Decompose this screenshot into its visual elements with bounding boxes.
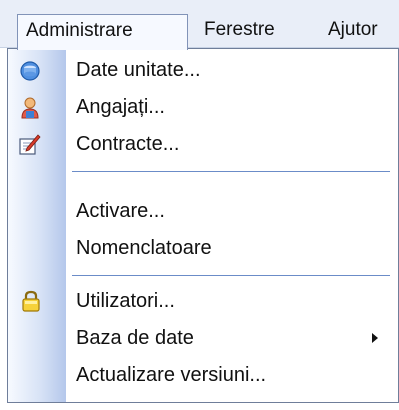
menu-item-utilizatori[interactable]: Utilizatori... — [8, 284, 398, 318]
menu-item-date-unitate[interactable]: Date unitate... — [8, 53, 398, 87]
menu-item-baza-de-date[interactable]: Baza de date — [8, 321, 398, 355]
menu-item-label: Baza de date — [76, 327, 194, 349]
menu-administrare[interactable]: Administrare — [17, 14, 188, 50]
menu-separator — [72, 275, 390, 276]
menu-item-angajati[interactable]: Angajați... — [8, 90, 398, 124]
database-icon — [18, 59, 42, 83]
menu-item-actualizare-versiuni[interactable]: Actualizare versiuni... — [8, 358, 398, 392]
menu-ferestre[interactable]: Ferestre — [196, 14, 314, 46]
menu-item-label: Angajați... — [76, 96, 165, 118]
menu-item-label: Activare... — [76, 200, 165, 222]
menu-item-label: Utilizatori... — [76, 290, 175, 312]
menu-item-label: Actualizare versiuni... — [76, 364, 267, 386]
submenu-arrow-icon — [372, 333, 378, 343]
menu-item-label: Contracte... — [76, 133, 180, 155]
administrare-dropdown-menu: Date unitate... Angajați... Contracte...… — [7, 48, 399, 403]
menu-item-activare[interactable]: Activare... — [8, 194, 398, 228]
menu-ajutor[interactable]: Ajutor — [320, 14, 399, 46]
menubar: Administrare Ferestre Ajutor — [0, 0, 399, 50]
menu-separator — [72, 171, 390, 172]
lock-icon — [19, 289, 43, 313]
document-edit-icon — [18, 133, 42, 157]
menu-item-contracte[interactable]: Contracte... — [8, 127, 398, 161]
menu-item-label: Nomenclatoare — [76, 237, 212, 259]
user-icon — [18, 96, 42, 120]
menu-item-nomenclatoare[interactable]: Nomenclatoare — [8, 231, 398, 265]
menu-item-label: Date unitate... — [76, 59, 201, 81]
